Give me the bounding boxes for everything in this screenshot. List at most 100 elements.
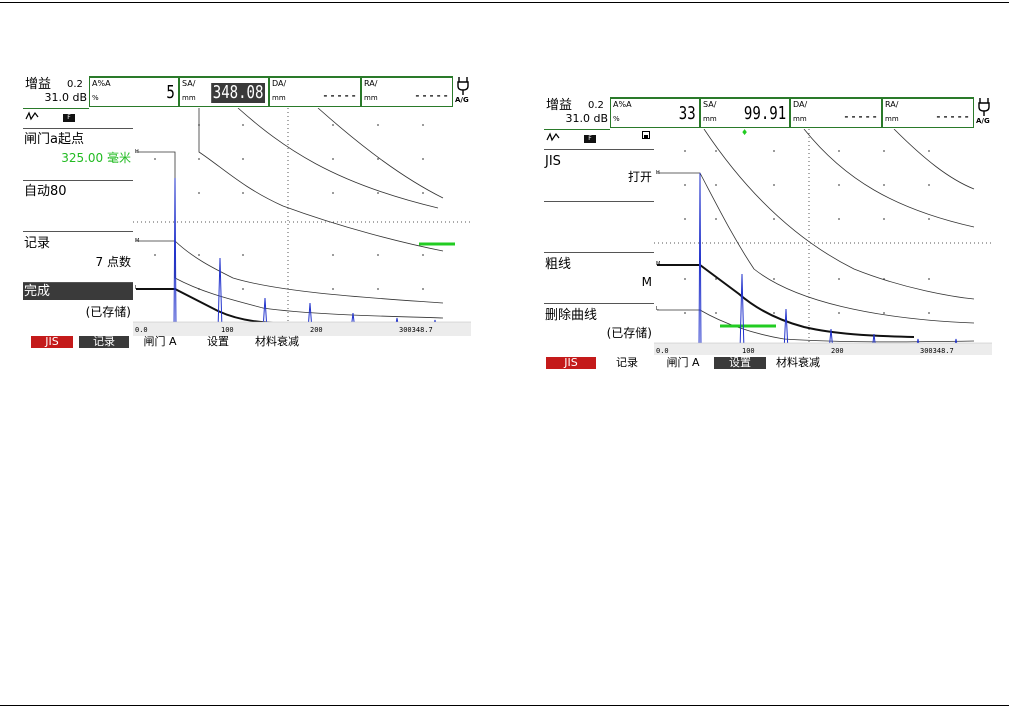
reading-unit: mm bbox=[885, 115, 899, 123]
rectify-wave-icon bbox=[546, 132, 560, 142]
reading-amplitude[interactable]: A%A % 5 bbox=[89, 76, 179, 107]
reading-reduced-projection[interactable]: RA/ mm ----- bbox=[361, 76, 453, 107]
function-sidebar: F 闸门a起点 325.00 毫米 自动80 记录 7 点数 完成 (已存储) bbox=[23, 108, 134, 336]
reading-value: 99.91 bbox=[743, 103, 786, 124]
reading-sound-path[interactable]: SA/ mm 99.91 bbox=[700, 97, 790, 128]
axis-200: 200 bbox=[310, 326, 323, 334]
tab-record[interactable]: 记录 bbox=[604, 357, 650, 369]
menu-bold-line[interactable]: 粗线 M bbox=[544, 252, 654, 303]
reading-depth[interactable]: DA/ mm ----- bbox=[790, 97, 882, 128]
a-scan-display: ♦ H M L 0.0 100 200 300348.7 bbox=[654, 129, 992, 357]
sidebar-status: F bbox=[23, 108, 133, 128]
gain-box[interactable]: 增益 0.2 31.0 dB bbox=[544, 97, 610, 130]
reading-unit: % bbox=[92, 94, 99, 102]
gate-marker-icon: ♦ bbox=[741, 129, 748, 137]
reading-value-highlighted: 348.08 bbox=[211, 82, 265, 103]
tab-settings[interactable]: 设置 bbox=[193, 336, 243, 348]
sidebar-status: F bbox=[544, 129, 654, 149]
svg-text:H: H bbox=[656, 170, 660, 176]
soft-key-bar: JIS 记录 闸门 A 设置 材料衰减 bbox=[23, 336, 471, 349]
menu-label: JIS bbox=[545, 154, 561, 169]
gain-label: 增益 bbox=[25, 77, 52, 92]
gain-label: 增益 bbox=[546, 98, 573, 113]
menu-finish-status: (已存储) bbox=[23, 300, 133, 336]
power-plug-status: A/G bbox=[455, 76, 471, 108]
menu-jis[interactable]: JIS 打开 bbox=[544, 149, 654, 201]
axis-readout: 300348.7 bbox=[920, 347, 954, 355]
gain-step: 0.2 bbox=[67, 79, 83, 90]
measurement-header: 增益 0.2 31.0 dB A%A % 33 SA/ mm 99.91 DA/… bbox=[544, 97, 992, 130]
reading-name: SA/ bbox=[703, 100, 717, 109]
menu-value: 325.00 毫米 bbox=[61, 151, 131, 165]
gain-value: 31.0 dB bbox=[44, 91, 87, 104]
reading-sound-path[interactable]: SA/ mm 348.08 bbox=[179, 76, 269, 107]
menu-delete-curve[interactable]: 删除曲线 (已存储) bbox=[544, 303, 654, 357]
reading-depth[interactable]: DA/ mm ----- bbox=[269, 76, 361, 107]
mode-badge: A/G bbox=[455, 96, 469, 104]
axis-start: 0.0 bbox=[135, 326, 148, 334]
reading-name: SA/ bbox=[182, 79, 196, 88]
menu-label: 自动80 bbox=[24, 184, 67, 199]
menu-gate-start[interactable]: 闸门a起点 325.00 毫米 bbox=[23, 128, 133, 180]
svg-text:L: L bbox=[656, 306, 659, 312]
reading-unit: mm bbox=[793, 115, 807, 123]
menu-record[interactable]: 记录 7 点数 bbox=[23, 231, 133, 282]
tab-record[interactable]: 记录 bbox=[79, 336, 129, 348]
menu-auto80[interactable]: 自动80 bbox=[23, 180, 133, 231]
freeze-badge-icon: F bbox=[584, 135, 596, 143]
tab-gate-a[interactable]: 闸门 A bbox=[135, 336, 185, 348]
right-screen: 增益 0.2 31.0 dB A%A % 33 SA/ mm 99.91 DA/… bbox=[544, 97, 992, 371]
reading-unit: mm bbox=[272, 94, 286, 102]
plug-icon bbox=[457, 77, 469, 95]
bottom-rule bbox=[0, 705, 1009, 706]
menu-label: 完成 bbox=[24, 284, 51, 299]
menu-label: 闸门a起点 bbox=[24, 132, 84, 147]
a-scan-display: H M L 0.0 100 200 300348.7 bbox=[133, 108, 471, 336]
menu-value: (已存储) bbox=[85, 305, 131, 319]
menu-value: (已存储) bbox=[606, 326, 652, 340]
reading-value: ----- bbox=[842, 107, 878, 125]
menu-value: 7 点数 bbox=[95, 255, 131, 269]
menu-finish[interactable]: 完成 bbox=[23, 282, 133, 300]
reading-name: A%A bbox=[92, 79, 111, 88]
svg-text:H: H bbox=[135, 149, 139, 155]
svg-text:M: M bbox=[656, 261, 660, 267]
menu-label: 删除曲线 bbox=[545, 308, 598, 323]
svg-text:L: L bbox=[135, 285, 138, 291]
top-rule bbox=[0, 2, 1009, 3]
gain-step: 0.2 bbox=[588, 100, 604, 111]
power-plug-status: A/G bbox=[976, 97, 992, 129]
reading-value: 33 bbox=[679, 103, 696, 124]
plug-icon bbox=[978, 98, 990, 116]
gain-value: 31.0 dB bbox=[565, 112, 608, 125]
tab-material-attenuation[interactable]: 材料衰减 bbox=[768, 357, 828, 369]
reading-reduced-projection[interactable]: RA/ mm ----- bbox=[882, 97, 974, 128]
reading-amplitude[interactable]: A%A % 33 bbox=[610, 97, 700, 128]
reading-name: RA/ bbox=[885, 100, 899, 109]
tab-gate-a[interactable]: 闸门 A bbox=[658, 357, 708, 369]
reading-value: ----- bbox=[934, 107, 970, 125]
reading-name: A%A bbox=[613, 100, 632, 109]
reading-value: 5 bbox=[166, 82, 175, 103]
reading-name: DA/ bbox=[272, 79, 287, 88]
freeze-badge-icon: F bbox=[63, 114, 75, 122]
save-disk-icon bbox=[642, 131, 650, 139]
reading-unit: mm bbox=[703, 115, 717, 123]
reading-value: ----- bbox=[321, 86, 357, 104]
reading-name: RA/ bbox=[364, 79, 378, 88]
tab-settings[interactable]: 设置 bbox=[714, 357, 766, 369]
reading-unit: % bbox=[613, 115, 620, 123]
menu-empty[interactable] bbox=[544, 201, 654, 252]
soft-key-bar: JIS 记录 闸门 A 设置 材料衰减 bbox=[544, 357, 992, 370]
tab-material-attenuation[interactable]: 材料衰减 bbox=[247, 336, 307, 348]
menu-value: M bbox=[641, 275, 652, 289]
tab-jis[interactable]: JIS bbox=[546, 357, 596, 369]
mode-badge: A/G bbox=[976, 117, 990, 125]
left-screen: 增益 0.2 31.0 dB A%A % 5 SA/ mm 348.08 DA/… bbox=[23, 76, 471, 350]
tab-jis[interactable]: JIS bbox=[31, 336, 73, 348]
gain-box[interactable]: 增益 0.2 31.0 dB bbox=[23, 76, 89, 109]
axis-100: 100 bbox=[742, 347, 755, 355]
axis-200: 200 bbox=[831, 347, 844, 355]
rectify-wave-icon bbox=[25, 111, 39, 121]
measurement-header: 增益 0.2 31.0 dB A%A % 5 SA/ mm 348.08 DA/… bbox=[23, 76, 471, 109]
